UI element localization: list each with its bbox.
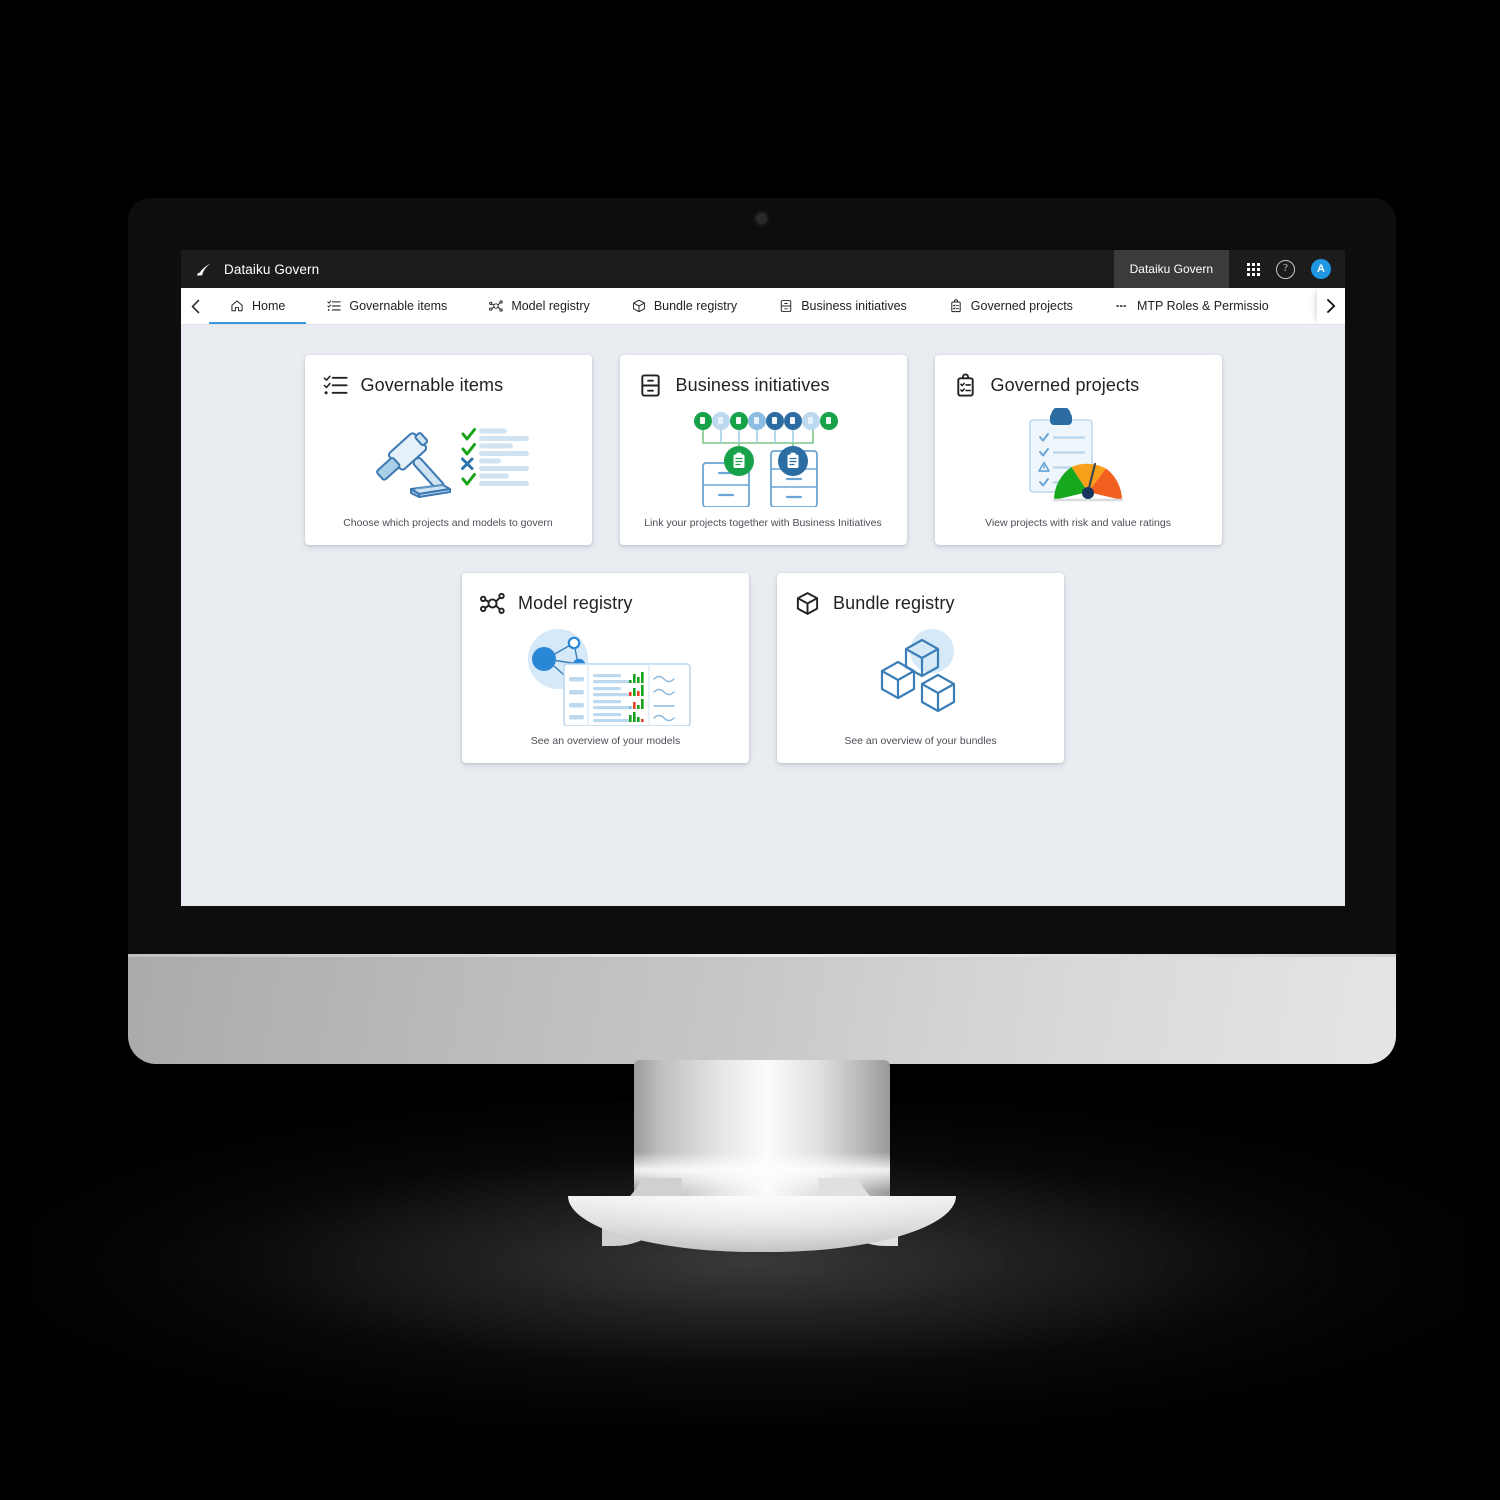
card-header: Governed projects: [935, 355, 1140, 398]
monitor-screen: Dataiku Govern Dataiku Govern ? A Home G…: [181, 250, 1345, 906]
avatar[interactable]: A: [1311, 259, 1331, 279]
initiatives-timeline-art: [620, 398, 907, 517]
cube-icon: [795, 591, 820, 616]
tab-mtp-roles-permissions[interactable]: MTP Roles & Permissio: [1094, 288, 1290, 324]
model-table-art: [462, 616, 749, 735]
apps-grid-icon[interactable]: [1247, 262, 1260, 276]
tab-list: Home Governable items Model registry Bun…: [209, 288, 1317, 324]
card-business-initiatives[interactable]: Business initiatives Link your projects …: [619, 355, 907, 545]
card-model-registry[interactable]: Model registry See an overview of your m…: [462, 573, 749, 763]
tab-label: Business initiatives: [801, 299, 907, 313]
tab-bundle-registry[interactable]: Bundle registry: [611, 288, 758, 324]
app-top-bar: Dataiku Govern Dataiku Govern ? A: [181, 250, 1345, 288]
chevron-left-icon: [191, 299, 199, 313]
tab-business-initiatives[interactable]: Business initiatives: [758, 288, 928, 324]
card-description: View projects with risk and value rating…: [985, 517, 1171, 529]
home-content-area: Governable items Choose which projects a…: [181, 325, 1345, 906]
checklist-icon: [323, 373, 348, 398]
card-row-2: Model registry See an overview of your m…: [181, 573, 1345, 763]
top-bar-icon-group: ? A: [1229, 259, 1345, 279]
card-title: Model registry: [518, 593, 633, 613]
cube-icon: [632, 299, 646, 313]
dataiku-logo-icon: [195, 261, 215, 277]
tab-scroll-left-button[interactable]: [181, 288, 209, 324]
tab-label: Home: [252, 299, 286, 313]
card-title: Governed projects: [990, 375, 1140, 395]
gavel-checklist-art: [305, 398, 592, 517]
card-header: Model registry: [462, 573, 632, 616]
tab-scroll-right-button[interactable]: [1317, 288, 1345, 324]
tab-label: Governed projects: [970, 299, 1073, 313]
camera-dot-icon: [756, 213, 767, 224]
product-switcher-chip[interactable]: Dataiku Govern: [1113, 250, 1229, 288]
model-nodes-icon: [480, 591, 505, 616]
tab-model-registry[interactable]: Model registry: [468, 288, 611, 324]
monitor-stand-foot: [568, 1196, 956, 1252]
card-description: Link your projects together with Busines…: [644, 517, 882, 529]
card-row-1: Governable items Choose which projects a…: [181, 355, 1345, 545]
card-bundle-registry[interactable]: Bundle registry See an overview of your …: [777, 573, 1064, 763]
brand-title: Dataiku Govern: [224, 261, 320, 277]
clipboard-lock-icon: [949, 299, 963, 313]
clipboard-gauge-art: [935, 398, 1222, 517]
tab-label: Bundle registry: [653, 299, 738, 313]
tab-label: MTP Roles & Permissio: [1136, 299, 1269, 313]
monitor-chin: [128, 954, 1396, 1064]
model-nodes-icon: [489, 299, 504, 313]
chevron-right-icon: [1327, 299, 1336, 313]
tab-home[interactable]: Home: [209, 288, 307, 324]
card-governed-projects[interactable]: Governed projects View projects with ris…: [934, 355, 1222, 545]
tab-label: Governable items: [349, 299, 448, 313]
brand[interactable]: Dataiku Govern: [181, 261, 319, 277]
dashes-icon: [1115, 299, 1129, 313]
monitor-chin-highlight: [128, 954, 1396, 957]
card-header: Governable items: [305, 355, 504, 398]
checklist-icon: [327, 299, 341, 313]
cubes-art: [777, 616, 1064, 735]
top-bar-right: Dataiku Govern ? A: [1113, 250, 1345, 288]
card-description: Choose which projects and models to gove…: [343, 517, 553, 529]
cabinet-icon: [638, 373, 663, 398]
cabinet-icon: [779, 299, 793, 313]
card-title: Governable items: [360, 375, 504, 395]
scene: Dataiku Govern Dataiku Govern ? A Home G…: [0, 0, 1500, 1500]
card-header: Business initiatives: [620, 355, 830, 398]
home-icon: [230, 299, 244, 313]
help-circle-icon[interactable]: ?: [1276, 259, 1295, 279]
card-header: Bundle registry: [777, 573, 955, 616]
clipboard-lock-icon: [953, 373, 978, 398]
tab-governable-items[interactable]: Governable items: [306, 288, 468, 324]
card-description: See an overview of your bundles: [844, 735, 997, 747]
tab-label: Model registry: [511, 299, 590, 313]
card-governable-items[interactable]: Governable items Choose which projects a…: [304, 355, 592, 545]
card-title: Business initiatives: [675, 375, 830, 395]
card-title: Bundle registry: [833, 593, 955, 613]
card-description: See an overview of your models: [530, 735, 681, 747]
tab-governed-projects[interactable]: Governed projects: [928, 288, 1094, 324]
navigation-tab-bar: Home Governable items Model registry Bun…: [181, 288, 1345, 325]
